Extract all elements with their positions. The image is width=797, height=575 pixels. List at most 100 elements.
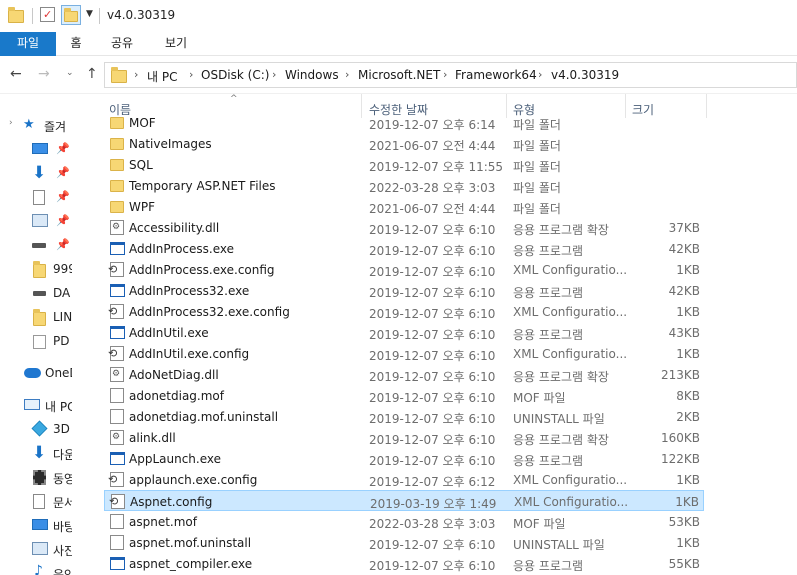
forward-arrow-icon[interactable]: → bbox=[38, 66, 50, 82]
file-row[interactable]: aspnet.mof 2022-03-28 오후 3:03 MOF 파일 53KB bbox=[104, 511, 704, 532]
recent-locations-icon[interactable]: ⌄ bbox=[66, 68, 74, 78]
file-row[interactable]: SQL 2019-12-07 오후 11:55 파일 폴더 bbox=[104, 154, 704, 175]
file-name: adonetdiag.mof.uninstall bbox=[129, 410, 279, 424]
tab-home[interactable]: 홈 bbox=[60, 32, 92, 56]
breadcrumb-microsoft-net[interactable]: Microsoft.NET bbox=[358, 68, 440, 82]
document-icon bbox=[33, 190, 45, 205]
file-row[interactable]: NativeImages 2021-06-07 오전 4:44 파일 폴더 bbox=[104, 133, 704, 154]
nav-item-label: 바탕 bbox=[53, 520, 72, 534]
nav-3d-objects[interactable]: 3D bbox=[0, 419, 72, 441]
breadcrumb-chevron-icon[interactable]: › bbox=[272, 68, 276, 81]
file-row[interactable]: Aspnet.config 2019-03-19 오후 1:49 XML Confi… bbox=[104, 490, 704, 511]
nav-item-label: 999 bbox=[53, 262, 72, 276]
file-row[interactable]: AppLaunch.exe 2019-12-07 오후 6:10 응용 프로그램 12… bbox=[104, 448, 704, 469]
breadcrumb-version[interactable]: v4.0.30319 bbox=[551, 68, 619, 82]
file-type: XML Configuratio... bbox=[513, 305, 628, 319]
file-row[interactable]: AddInUtil.exe 2019-12-07 오후 6:10 응용 프로그램 43… bbox=[104, 322, 704, 343]
file-row[interactable]: AddInProcess.exe 2019-12-07 오후 6:10 응용 프로그… bbox=[104, 238, 704, 259]
file-size: 1KB bbox=[676, 305, 700, 319]
breadcrumb-chevron-icon[interactable]: › bbox=[134, 68, 138, 81]
nav-pinned-desktop[interactable]: 📌 bbox=[0, 139, 72, 161]
breadcrumb-osdisk[interactable]: OSDisk (C:) bbox=[201, 68, 269, 82]
file-date: 2021-06-07 오전 4:44 bbox=[369, 139, 496, 153]
file-row[interactable]: alink.dll 2019-12-07 오후 6:10 응용 프로그램 확장 160… bbox=[104, 427, 704, 448]
back-arrow-icon[interactable]: ← bbox=[10, 66, 22, 82]
nav-folder-pd[interactable]: PD bbox=[0, 331, 72, 353]
file-row[interactable]: Accessibility.dll 2019-12-07 오후 6:10 응용 프로… bbox=[104, 217, 704, 238]
tab-file[interactable]: 파일 bbox=[0, 32, 56, 56]
file-row[interactable]: applaunch.exe.config 2019-12-07 오후 6:12 XM… bbox=[104, 469, 704, 490]
file-row[interactable]: adonetdiag.mof 2019-12-07 오후 6:10 MOF 파일 8K… bbox=[104, 385, 704, 406]
breadcrumb-this-pc[interactable]: 내 PC bbox=[147, 68, 177, 85]
file-icon bbox=[110, 535, 124, 550]
file-type: 파일 폴더 bbox=[513, 160, 561, 174]
config-file-icon bbox=[108, 262, 124, 277]
file-date: 2019-12-07 오후 6:10 bbox=[369, 286, 496, 300]
breadcrumb-chevron-icon[interactable]: › bbox=[189, 68, 193, 81]
nav-documents[interactable]: 문서 bbox=[0, 491, 72, 513]
file-size: 42KB bbox=[668, 242, 700, 256]
file-row[interactable]: aspnet.mof.uninstall 2019-12-07 오후 6:10 UN… bbox=[104, 532, 704, 553]
config-file-icon bbox=[108, 304, 124, 319]
breadcrumb-windows[interactable]: Windows bbox=[285, 68, 339, 82]
file-row[interactable]: WPF 2021-06-07 오전 4:44 파일 폴더 bbox=[104, 196, 704, 217]
new-folder-icon[interactable] bbox=[61, 5, 81, 25]
nav-pinned-drive[interactable]: 📌 bbox=[0, 235, 72, 257]
drive-icon bbox=[32, 243, 46, 248]
file-row[interactable]: AdoNetDiag.dll 2019-12-07 오후 6:10 응용 프로그램 … bbox=[104, 364, 704, 385]
file-row[interactable]: AddInUtil.exe.config 2019-12-07 오후 6:10 XM… bbox=[104, 343, 704, 364]
config-file-icon bbox=[109, 494, 125, 509]
breadcrumb-chevron-icon[interactable]: › bbox=[443, 68, 447, 81]
file-size: 1KB bbox=[676, 347, 700, 361]
file-row[interactable]: MOF 2019-12-07 오후 6:14 파일 폴더 bbox=[104, 113, 704, 133]
file-name: adonetdiag.mof bbox=[129, 389, 224, 403]
nav-this-pc[interactable]: 내 PC bbox=[0, 395, 72, 417]
nav-pinned-documents[interactable]: 📌 bbox=[0, 187, 72, 209]
file-row[interactable]: AddInProcess.exe.config 2019-12-07 오후 6:1… bbox=[104, 259, 704, 280]
nav-videos[interactable]: 동영 bbox=[0, 467, 72, 489]
nav-music[interactable]: ♪ 음악 bbox=[0, 563, 72, 575]
nav-folder-999[interactable]: 999 bbox=[0, 259, 72, 281]
address-bar[interactable]: › 내 PC › OSDisk (C:) › Windows › Microso… bbox=[104, 62, 797, 88]
expand-icon[interactable]: › bbox=[9, 118, 13, 128]
nav-pinned-downloads[interactable]: ⬇ 📌 bbox=[0, 163, 72, 185]
desktop-icon bbox=[32, 143, 48, 154]
file-date: 2022-03-28 오후 3:03 bbox=[369, 181, 496, 195]
customize-toolbar-icon[interactable]: ▼ bbox=[86, 9, 93, 19]
up-arrow-icon[interactable]: ↑ bbox=[86, 66, 98, 82]
file-name: MOF bbox=[129, 116, 156, 130]
nav-pinned-pictures[interactable]: 📌 bbox=[0, 211, 72, 233]
file-name: AddInProcess32.exe.config bbox=[129, 305, 290, 319]
desktop-icon bbox=[32, 519, 48, 530]
file-size: 43KB bbox=[668, 326, 700, 340]
tab-view[interactable]: 보기 bbox=[158, 32, 194, 56]
dll-file-icon bbox=[110, 367, 124, 382]
file-name: aspnet.mof.uninstall bbox=[129, 536, 252, 550]
nav-drive-da[interactable]: DA bbox=[0, 283, 72, 305]
nav-downloads[interactable]: ⬇ 다운 bbox=[0, 443, 72, 465]
nav-quick-access[interactable]: › ★ 즐겨 bbox=[0, 115, 72, 137]
breadcrumb-chevron-icon[interactable]: › bbox=[345, 68, 349, 81]
file-row[interactable]: Temporary ASP.NET Files 2022-03-28 오후 3:0… bbox=[104, 175, 704, 196]
properties-icon[interactable]: ✓ bbox=[40, 7, 55, 22]
download-icon: ⬇ bbox=[32, 163, 47, 183]
drive-icon bbox=[33, 291, 46, 296]
nav-onedrive[interactable]: OneD bbox=[0, 363, 72, 385]
file-size: 8KB bbox=[676, 389, 700, 403]
file-type: 응용 프로그램 bbox=[513, 454, 584, 468]
file-row[interactable]: adonetdiag.mof.uninstall 2019-12-07 오후 6:… bbox=[104, 406, 704, 427]
nav-folder-lin[interactable]: LIN bbox=[0, 307, 72, 329]
breadcrumb-framework64[interactable]: Framework64 bbox=[455, 68, 537, 82]
file-row[interactable]: AddInProcess32.exe 2019-12-07 오후 6:10 응용 프… bbox=[104, 280, 704, 301]
file-date: 2019-12-07 오후 6:10 bbox=[369, 223, 496, 237]
breadcrumb-chevron-icon[interactable]: › bbox=[538, 68, 542, 81]
nav-desktop[interactable]: 바탕 bbox=[0, 515, 72, 537]
file-name: Temporary ASP.NET Files bbox=[129, 179, 276, 193]
file-row[interactable]: AddInProcess32.exe.config 2019-12-07 오후 6… bbox=[104, 301, 704, 322]
file-date: 2022-03-28 오후 3:03 bbox=[369, 517, 496, 531]
file-name: alink.dll bbox=[129, 431, 176, 445]
folder-icon bbox=[8, 7, 24, 23]
tab-share[interactable]: 공유 bbox=[104, 32, 140, 56]
file-row[interactable]: aspnet_compiler.exe 2019-12-07 오후 6:10 응용 … bbox=[104, 553, 704, 574]
nav-pictures[interactable]: 사진 bbox=[0, 539, 72, 561]
